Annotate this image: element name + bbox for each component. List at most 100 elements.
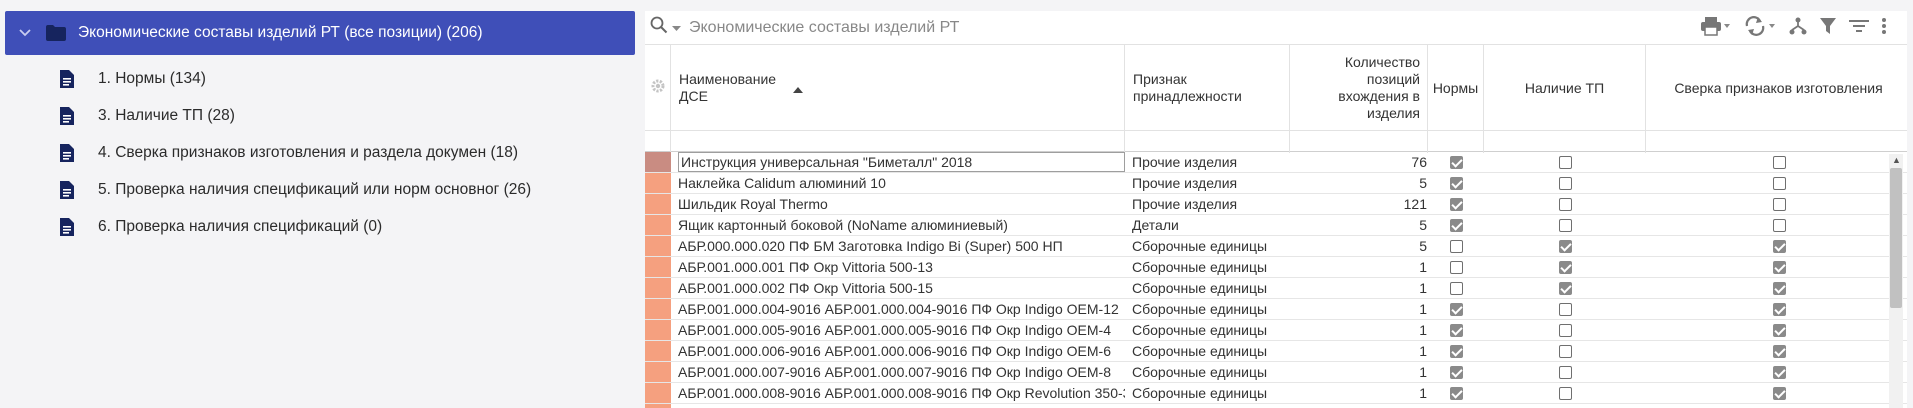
norms-checkbox[interactable]	[1449, 386, 1463, 400]
tree-item-norms[interactable]: 1. Нормы (134)	[60, 64, 206, 94]
table-row[interactable]: АБР.001.000.006-9016 АБР.001.000.006-901…	[645, 341, 1907, 362]
vertical-scrollbar[interactable]: ▲	[1889, 154, 1903, 408]
check-checkbox[interactable]	[1772, 218, 1786, 232]
column-header-norms[interactable]: Нормы	[1428, 45, 1484, 131]
cell-qty[interactable]: 5	[1297, 173, 1427, 193]
cell-qty[interactable]: 1	[1297, 362, 1427, 382]
column-settings-cell[interactable]	[645, 45, 671, 131]
cell-qty[interactable]: 1	[1297, 404, 1427, 408]
check-checkbox[interactable]	[1772, 365, 1786, 379]
cell-attr[interactable]: Прочие изделия	[1132, 152, 1290, 172]
norms-checkbox[interactable]	[1449, 218, 1463, 232]
cell-attr[interactable]: Сборочные единицы	[1132, 257, 1290, 277]
cell-attr[interactable]: Сборочные единицы	[1132, 299, 1290, 319]
table-row[interactable]: Шильдик Royal Thermo Прочие изделия 121	[645, 194, 1907, 215]
norms-checkbox[interactable]	[1449, 239, 1463, 253]
scrollbar-thumb[interactable]	[1890, 168, 1902, 308]
sort-icon[interactable]	[1849, 18, 1869, 34]
norms-checkbox[interactable]	[1449, 344, 1463, 358]
tp-checkbox[interactable]	[1558, 155, 1572, 169]
table-row[interactable]: Ящик картонный боковой (NoName алюминиев…	[645, 215, 1907, 236]
cell-name[interactable]: АБР.001.000.008-9016 АБР.001.000.008-901…	[678, 383, 1125, 403]
tp-checkbox[interactable]	[1558, 302, 1572, 316]
cell-attr[interactable]: Прочие изделия	[1132, 173, 1290, 193]
table-row[interactable]: АБР.001.000.009-9016 АБР.001.000.009-901…	[645, 404, 1907, 408]
cell-name[interactable]: Наклейка Calidum алюминий 10	[678, 173, 1125, 193]
norms-checkbox[interactable]	[1449, 323, 1463, 337]
cell-attr[interactable]: Сборочные единицы	[1132, 404, 1290, 408]
norms-checkbox[interactable]	[1449, 281, 1463, 295]
norms-checkbox[interactable]	[1449, 155, 1463, 169]
search-dropdown-icon[interactable]	[672, 19, 681, 37]
cell-name[interactable]: АБР.001.000.005-9016 АБР.001.000.005-901…	[678, 320, 1125, 340]
table-row[interactable]: Инструкция универсальная "Биметалл" 2018…	[645, 152, 1907, 173]
tp-checkbox[interactable]	[1558, 176, 1572, 190]
cell-name[interactable]: АБР.000.000.020 ПФ БМ Заготовка Indigo B…	[678, 236, 1125, 256]
cell-name[interactable]: АБР.001.000.006-9016 АБР.001.000.006-901…	[678, 341, 1125, 361]
column-header-tp[interactable]: Наличие ТП	[1484, 45, 1646, 131]
search-box[interactable]: Экономические составы изделий РТ	[650, 16, 959, 39]
cell-attr[interactable]: Детали	[1132, 215, 1290, 235]
check-checkbox[interactable]	[1772, 281, 1786, 295]
table-row[interactable]: АБР.001.000.001 ПФ Окр Vittoria 500-13 Сб…	[645, 257, 1907, 278]
cell-qty[interactable]: 76	[1297, 152, 1427, 172]
norms-checkbox[interactable]	[1449, 197, 1463, 211]
print-icon[interactable]	[1701, 16, 1731, 36]
cell-qty[interactable]: 5	[1297, 236, 1427, 256]
norms-checkbox[interactable]	[1449, 260, 1463, 274]
filter-cell-attr[interactable]	[1125, 131, 1290, 153]
cell-name[interactable]: АБР.001.000.007-9016 АБР.001.000.007-901…	[678, 362, 1125, 382]
table-row[interactable]: АБР.001.000.005-9016 АБР.001.000.005-901…	[645, 320, 1907, 341]
cell-qty[interactable]: 1	[1297, 383, 1427, 403]
tp-checkbox[interactable]	[1558, 386, 1572, 400]
check-checkbox[interactable]	[1772, 239, 1786, 253]
tp-checkbox[interactable]	[1558, 260, 1572, 274]
cell-qty[interactable]: 121	[1297, 194, 1427, 214]
check-checkbox[interactable]	[1772, 386, 1786, 400]
column-header-qty[interactable]: Количество позиций вхождения в изделия	[1290, 45, 1428, 131]
refresh-icon[interactable]	[1743, 15, 1777, 37]
column-header-name[interactable]: Наименование ДСЕ	[671, 45, 1125, 131]
chevron-down-icon[interactable]	[13, 29, 37, 37]
cell-name[interactable]: Шильдик Royal Thermo	[678, 194, 1125, 214]
check-checkbox[interactable]	[1772, 260, 1786, 274]
cell-attr[interactable]: Сборочные единицы	[1132, 320, 1290, 340]
cell-attr[interactable]: Сборочные единицы	[1132, 383, 1290, 403]
filter-cell-name[interactable]	[671, 131, 1125, 153]
tp-checkbox[interactable]	[1558, 218, 1572, 232]
check-checkbox[interactable]	[1772, 155, 1786, 169]
gear-icon[interactable]	[650, 78, 666, 98]
check-checkbox[interactable]	[1772, 344, 1786, 358]
tree-item-tp[interactable]: 3. Наличие ТП (28)	[60, 101, 235, 131]
column-header-attr[interactable]: Признак принадлежности	[1125, 45, 1290, 131]
filter-icon[interactable]	[1819, 17, 1837, 35]
tree-item-spec-or-norms[interactable]: 5. Проверка наличия спецификаций или нор…	[60, 175, 531, 205]
cell-name[interactable]: АБР.001.000.002 ПФ Окр Vittoria 500-15	[678, 278, 1125, 298]
cell-name[interactable]: АБР.001.000.004-9016 АБР.001.000.004-901…	[678, 299, 1125, 319]
tree-root-item[interactable]: Экономические составы изделий РТ (все по…	[5, 11, 635, 55]
table-row[interactable]: АБР.001.000.007-9016 АБР.001.000.007-901…	[645, 362, 1907, 383]
norms-checkbox[interactable]	[1449, 365, 1463, 379]
cell-qty[interactable]: 5	[1297, 215, 1427, 235]
cell-name[interactable]: Ящик картонный боковой (NoName алюминиев…	[678, 215, 1125, 235]
norms-checkbox[interactable]	[1449, 176, 1463, 190]
cell-name[interactable]: Инструкция универсальная "Биметалл" 2018	[678, 152, 1125, 172]
scroll-up-icon[interactable]: ▲	[1892, 155, 1901, 165]
search-input[interactable]: Экономические составы изделий РТ	[689, 19, 959, 37]
more-icon[interactable]	[1881, 17, 1887, 35]
check-checkbox[interactable]	[1772, 197, 1786, 211]
check-checkbox[interactable]	[1772, 176, 1786, 190]
cell-name[interactable]: АБР.001.000.001 ПФ Окр Vittoria 500-13	[678, 257, 1125, 277]
cell-qty[interactable]: 1	[1297, 299, 1427, 319]
column-header-check[interactable]: Сверка признаков изготовления	[1646, 45, 1907, 131]
tp-checkbox[interactable]	[1558, 344, 1572, 358]
filter-cell-qty[interactable]	[1290, 131, 1428, 153]
cell-qty[interactable]: 1	[1297, 257, 1427, 277]
search-icon[interactable]	[650, 16, 668, 39]
tp-checkbox[interactable]	[1558, 365, 1572, 379]
tp-checkbox[interactable]	[1558, 281, 1572, 295]
cell-attr[interactable]: Сборочные единицы	[1132, 236, 1290, 256]
cell-qty[interactable]: 1	[1297, 341, 1427, 361]
check-checkbox[interactable]	[1772, 302, 1786, 316]
tp-checkbox[interactable]	[1558, 323, 1572, 337]
